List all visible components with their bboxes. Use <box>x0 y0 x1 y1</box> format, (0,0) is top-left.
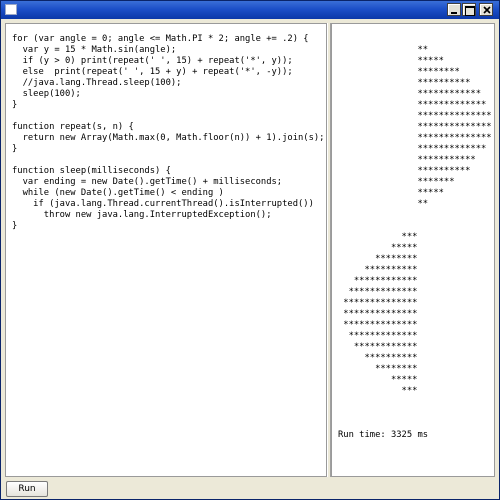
app-window: for (var angle = 0; angle <= Math.PI * 2… <box>0 0 500 500</box>
code-text[interactable]: for (var angle = 0; angle <= Math.PI * 2… <box>12 34 324 232</box>
close-button[interactable] <box>479 3 493 16</box>
output-panel: ** ***** ******** ********** ***********… <box>331 23 495 477</box>
code-editor[interactable]: for (var angle = 0; angle <= Math.PI * 2… <box>5 23 327 477</box>
output-scrollbar[interactable] <box>495 23 499 477</box>
title-bar[interactable] <box>1 1 499 19</box>
minimize-button[interactable] <box>447 3 461 16</box>
output-text: ** ***** ******** ********** ***********… <box>338 45 492 440</box>
close-icon <box>483 6 491 14</box>
maximize-button[interactable] <box>462 3 476 16</box>
app-icon <box>5 4 17 15</box>
run-button[interactable]: Run <box>6 481 48 497</box>
